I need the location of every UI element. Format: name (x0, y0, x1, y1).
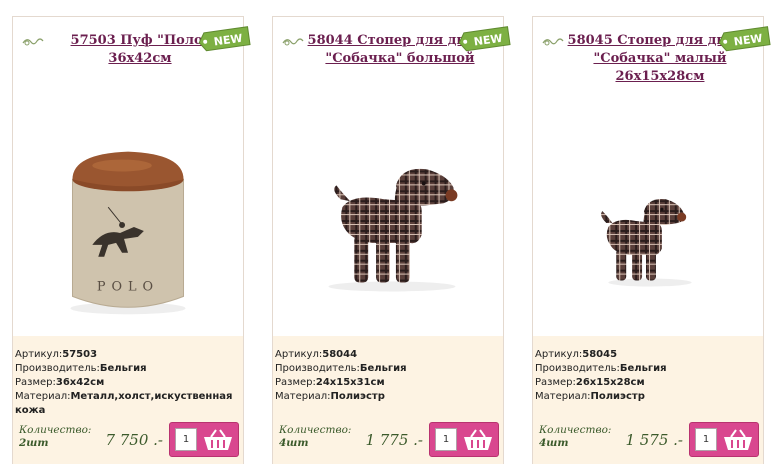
dog-doorstop-large-image[interactable] (273, 127, 503, 327)
quantity-input[interactable] (175, 428, 197, 451)
spec-value: Полиэстр (590, 391, 645, 402)
specs-panel: Артикул:57503 Производитель:Бельгия Разм… (13, 336, 243, 421)
stock-quantity: Количество: 2шт (19, 424, 91, 450)
stock-label: Количество: (539, 424, 612, 436)
spec-label: Артикул: (15, 349, 63, 360)
spec-size: Размер:26х15х28см (535, 376, 763, 390)
spec-label: Материал: (535, 391, 591, 402)
purchase-row: Количество: 2шт 7 750 .- (13, 421, 243, 464)
stock-label: Количество: (279, 424, 352, 436)
quantity-input[interactable] (435, 428, 457, 451)
swirl-ornament-icon (282, 38, 304, 46)
specs-panel: Артикул:58045 Производитель:Бельгия Разм… (533, 336, 763, 421)
pouf-print-text: POLO (97, 279, 159, 294)
spec-material: Материал:Полиэстр (535, 390, 763, 404)
add-to-cart-box (429, 422, 499, 457)
swirl-ornament-icon (22, 38, 44, 46)
new-badge-icon: NEW (458, 26, 511, 52)
add-to-cart-box (169, 422, 239, 457)
spec-size: Размер:24х15х31см (275, 376, 503, 390)
specs-panel: Артикул:58044 Производитель:Бельгия Разм… (273, 336, 503, 421)
swirl-ornament-icon (542, 38, 564, 46)
spec-label: Артикул: (275, 349, 323, 360)
new-badge-icon: NEW (198, 26, 251, 52)
price: 7 750 .- (105, 431, 163, 449)
product-card: 57503 Пуф "Поло" 36х42см NEW POLO Артику… (12, 16, 251, 464)
stock-value: 2шт (19, 437, 49, 449)
spec-article: Артикул:58045 (535, 348, 763, 362)
spec-manufacturer: Производитель:Бельгия (535, 362, 763, 376)
spec-manufacturer: Производитель:Бельгия (275, 362, 503, 376)
shopping-basket-icon[interactable] (722, 428, 754, 452)
spec-label: Производитель: (15, 363, 100, 374)
spec-article: Артикул:58044 (275, 348, 503, 362)
spec-value: 57503 (62, 349, 98, 360)
spec-article: Артикул:57503 (15, 348, 243, 362)
spec-value: Бельгия (359, 363, 407, 374)
spec-size: Размер:36х42см (15, 376, 243, 390)
spec-value: 26х15х28см (575, 377, 645, 388)
spec-label: Размер: (15, 377, 56, 388)
stock-quantity: Количество: 4шт (539, 424, 611, 450)
spec-value: Бельгия (99, 363, 147, 374)
spec-value: 36х42см (55, 377, 105, 388)
spec-label: Материал: (15, 391, 71, 402)
price: 1 575 .- (625, 431, 683, 449)
spec-manufacturer: Производитель:Бельгия (15, 362, 243, 376)
shopping-basket-icon[interactable] (202, 428, 234, 452)
spec-value: 58044 (322, 349, 358, 360)
purchase-row: Количество: 4шт 1 775 .- (273, 421, 503, 464)
stock-quantity: Количество: 4шт (279, 424, 351, 450)
stock-value: 4шт (279, 437, 309, 449)
spec-label: Размер: (535, 377, 576, 388)
spec-label: Размер: (275, 377, 316, 388)
add-to-cart-box (689, 422, 759, 457)
spec-label: Производитель: (535, 363, 620, 374)
dog-doorstop-small-image[interactable] (533, 127, 763, 327)
purchase-row: Количество: 4шт 1 575 .- (533, 421, 763, 464)
stock-label: Количество: (19, 424, 92, 436)
spec-value: 58045 (582, 349, 618, 360)
stock-value: 4шт (539, 437, 569, 449)
price: 1 775 .- (365, 431, 423, 449)
spec-value: 24х15х31см (315, 377, 385, 388)
pouf-product-image[interactable]: POLO (13, 127, 243, 327)
spec-value: Полиэстр (330, 391, 385, 402)
spec-material: Материал:Полиэстр (275, 390, 503, 404)
quantity-input[interactable] (695, 428, 717, 451)
new-badge-icon: NEW (718, 26, 771, 52)
spec-label: Производитель: (275, 363, 360, 374)
spec-value: Бельгия (619, 363, 667, 374)
spec-label: Материал: (275, 391, 331, 402)
spec-label: Артикул: (535, 349, 583, 360)
product-card: 58044 Стопер для двери "Собачка" большой… (272, 16, 511, 464)
shopping-basket-icon[interactable] (462, 428, 494, 452)
spec-material: Материал:Металл,холст,искуственная кожа (15, 390, 243, 418)
product-card: 58045 Стопер для двери "Собачка" малый 2… (532, 16, 771, 464)
